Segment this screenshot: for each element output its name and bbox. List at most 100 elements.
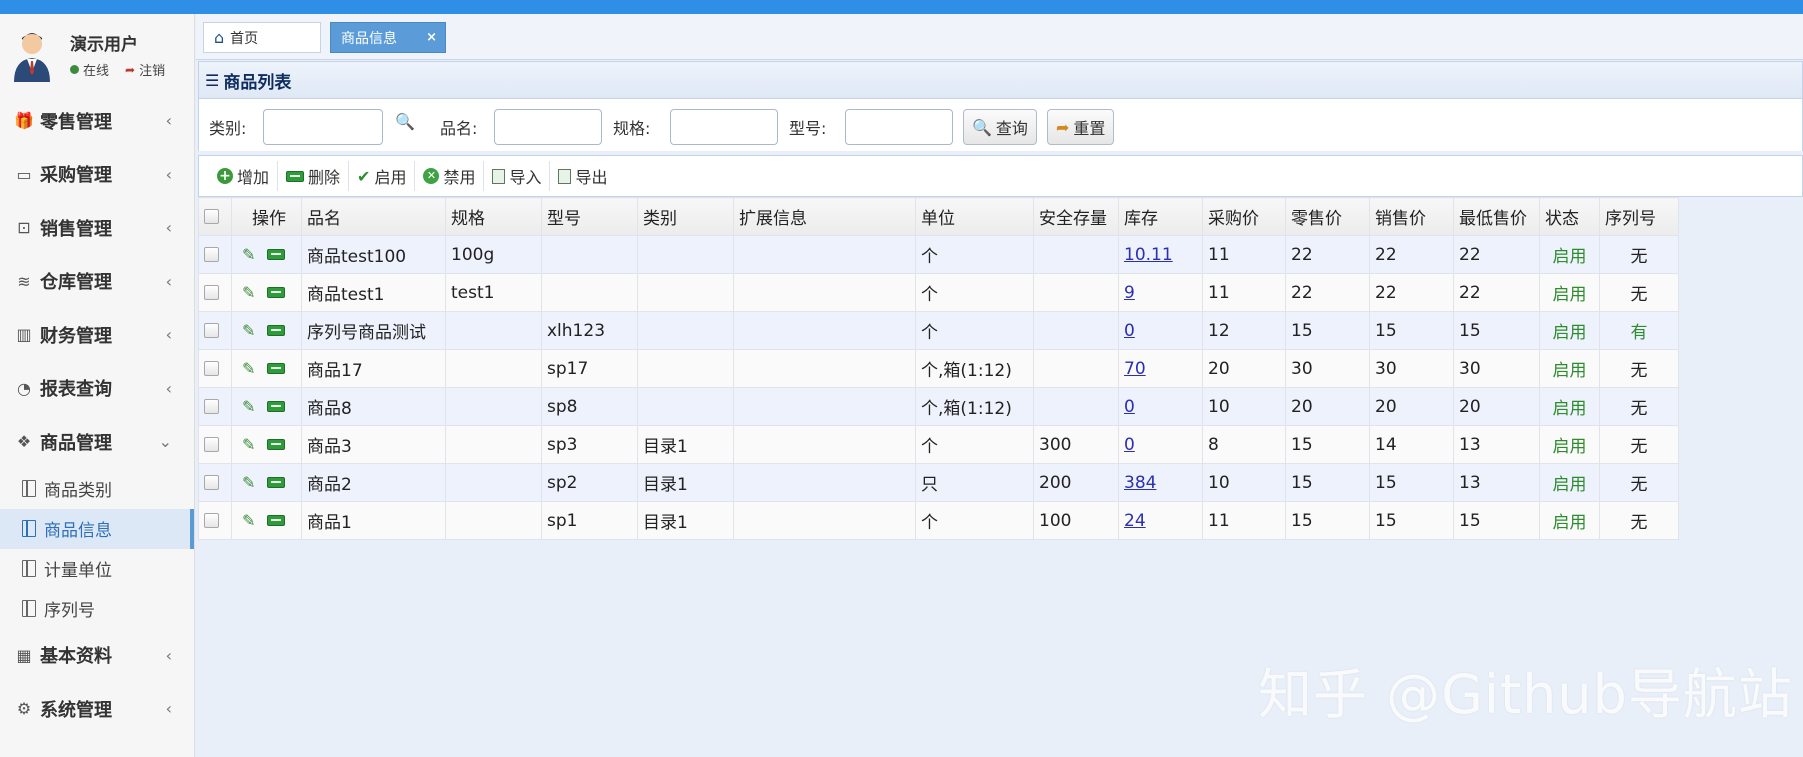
column-header[interactable]: 销售价 (1369, 197, 1454, 236)
tab-home[interactable]: ⌂ 首页 (203, 22, 321, 53)
cell-unit: 个,箱(1:12) (915, 387, 1034, 426)
table-row[interactable]: ✎ 商品8 sp8 个,箱(1:12) 0 10 20 20 20 启用无 (198, 387, 1679, 426)
submenu-item[interactable]: 序列号 (0, 589, 194, 629)
column-header[interactable]: 库存 (1118, 197, 1203, 236)
delete-row-icon[interactable] (267, 515, 286, 526)
submenu-item[interactable]: 商品信息 (0, 508, 194, 549)
edit-pencil-icon[interactable]: ✎ (242, 511, 255, 530)
query-button[interactable]: 🔍 查询 (963, 109, 1037, 145)
row-select-cell[interactable] (198, 349, 232, 388)
edit-pencil-icon[interactable]: ✎ (242, 321, 255, 340)
cell-retail: 22 (1285, 235, 1370, 274)
table-row[interactable]: ✎ 商品test100 100g 个 10.11 11 22 22 22 启用无 (198, 235, 1679, 274)
tab-product-info[interactable]: 商品信息 × (330, 22, 446, 53)
reset-button[interactable]: ➦ 重置 (1047, 109, 1115, 145)
table-row[interactable]: ✎ 商品2 sp2 目录1 只 200 384 10 15 15 13 启用无 (198, 463, 1679, 502)
stock-link[interactable]: 9 (1124, 283, 1135, 303)
sidebar-item-briefcase[interactable]: ⊡ 销售管理 ‹ (0, 201, 194, 255)
row-checkbox[interactable] (204, 475, 219, 490)
search-icon[interactable]: 🔍 (395, 112, 415, 131)
column-header[interactable]: 状态 (1539, 197, 1600, 236)
cell-spec: 100g (445, 235, 542, 274)
edit-pencil-icon[interactable]: ✎ (242, 245, 255, 264)
column-header[interactable]: 单位 (915, 197, 1034, 236)
stock-link[interactable]: 0 (1124, 321, 1135, 341)
sidebar-item-gift[interactable]: 🎁 零售管理 ‹ (0, 94, 194, 148)
sidebar-item-grid[interactable]: ▦ 基本资料 ‹ (0, 629, 194, 683)
row-checkbox[interactable] (204, 361, 219, 376)
column-header[interactable]: 最低售价 (1453, 197, 1540, 236)
column-header[interactable]: 型号 (541, 197, 638, 236)
delete-row-icon[interactable] (267, 439, 286, 450)
column-header[interactable]: 规格 (445, 197, 542, 236)
edit-pencil-icon[interactable]: ✎ (242, 473, 255, 492)
delete-row-icon[interactable] (267, 249, 286, 260)
disable-button[interactable]: ✕ 禁用 (415, 161, 485, 191)
import-button[interactable]: 导入 (484, 161, 551, 191)
table-row[interactable]: ✎ 商品test1 test1 个 9 11 22 22 22 启用无 (198, 273, 1679, 312)
add-button[interactable]: + 增加 (209, 161, 279, 191)
column-header[interactable]: 类别 (637, 197, 734, 236)
row-select-cell[interactable] (198, 235, 232, 274)
sidebar-item-gear[interactable]: ⚙ 系统管理 ‹ (0, 682, 194, 736)
row-select-cell[interactable] (198, 273, 232, 312)
cell-unit: 个 (915, 425, 1034, 464)
table-row[interactable]: ✎ 商品1 sp1 目录1 个 100 24 11 15 15 15 启用无 (198, 501, 1679, 540)
row-checkbox[interactable] (204, 323, 219, 338)
row-select-cell[interactable] (198, 311, 232, 350)
row-checkbox[interactable] (204, 247, 219, 262)
stock-link[interactable]: 384 (1124, 473, 1156, 493)
column-header[interactable]: 操作 (231, 197, 302, 236)
model-input[interactable] (845, 109, 953, 145)
delete-row-icon[interactable] (267, 287, 286, 298)
logout-link[interactable]: 注销 (139, 60, 165, 79)
spec-input[interactable] (670, 109, 778, 145)
close-tab-icon[interactable]: × (426, 30, 437, 45)
column-header[interactable]: 品名 (301, 197, 446, 236)
sidebar-item-dropbox[interactable]: ❖ 商品管理 ⌄ (0, 415, 194, 469)
sidebar-item-map[interactable]: ▥ 财务管理 ‹ (0, 308, 194, 362)
row-select-cell[interactable] (198, 501, 232, 540)
delete-button[interactable]: 删除 (278, 161, 350, 191)
column-header[interactable]: 安全存量 (1033, 197, 1119, 236)
row-checkbox[interactable] (204, 437, 219, 452)
stock-link[interactable]: 0 (1124, 435, 1135, 455)
row-select-cell[interactable] (198, 425, 232, 464)
delete-row-icon[interactable] (267, 325, 286, 336)
table-row[interactable]: ✎ 商品3 sp3 目录1 个 300 0 8 15 14 13 启用无 (198, 425, 1679, 464)
column-header[interactable]: 扩展信息 (733, 197, 916, 236)
stock-link[interactable]: 24 (1124, 511, 1146, 531)
stock-link[interactable]: 10.11 (1124, 245, 1173, 265)
export-button[interactable]: 导出 (550, 161, 615, 191)
delete-row-icon[interactable] (267, 363, 286, 374)
column-header[interactable]: 零售价 (1285, 197, 1370, 236)
sidebar-item-pie-chart[interactable]: ◔ 报表查询 ‹ (0, 362, 194, 416)
sidebar-item-monitor[interactable]: ▭ 采购管理 ‹ (0, 148, 194, 202)
edit-pencil-icon[interactable]: ✎ (242, 359, 255, 378)
table-row[interactable]: ✎ 序列号商品测试 xlh123 个 0 12 15 15 15 启用有 (198, 311, 1679, 350)
stock-link[interactable]: 0 (1124, 397, 1135, 417)
submenu-item[interactable]: 计量单位 (0, 549, 194, 589)
delete-row-icon[interactable] (267, 401, 286, 412)
edit-pencil-icon[interactable]: ✎ (242, 283, 255, 302)
edit-pencil-icon[interactable]: ✎ (242, 397, 255, 416)
stock-link[interactable]: 70 (1124, 359, 1146, 379)
select-all-cell[interactable] (198, 197, 232, 236)
name-input[interactable] (494, 109, 602, 145)
table-row[interactable]: ✎ 商品17 sp17 个,箱(1:12) 70 20 30 30 30 启用无 (198, 349, 1679, 388)
row-select-cell[interactable] (198, 463, 232, 502)
row-checkbox[interactable] (204, 513, 219, 528)
column-header[interactable]: 采购价 (1202, 197, 1286, 236)
row-checkbox[interactable] (204, 399, 219, 414)
enable-button[interactable]: ✔ 启用 (349, 161, 416, 191)
submenu-item[interactable]: 商品类别 (0, 469, 194, 509)
delete-row-icon[interactable] (267, 477, 286, 488)
row-select-cell[interactable] (198, 387, 232, 426)
select-all-checkbox[interactable] (204, 209, 219, 224)
edit-pencil-icon[interactable]: ✎ (242, 435, 255, 454)
logout-icon[interactable]: ➦ (125, 63, 135, 77)
category-input[interactable] (263, 109, 383, 145)
row-checkbox[interactable] (204, 285, 219, 300)
column-header[interactable]: 序列号 (1599, 197, 1679, 236)
sidebar-item-layers[interactable]: ≋ 仓库管理 ‹ (0, 255, 194, 309)
